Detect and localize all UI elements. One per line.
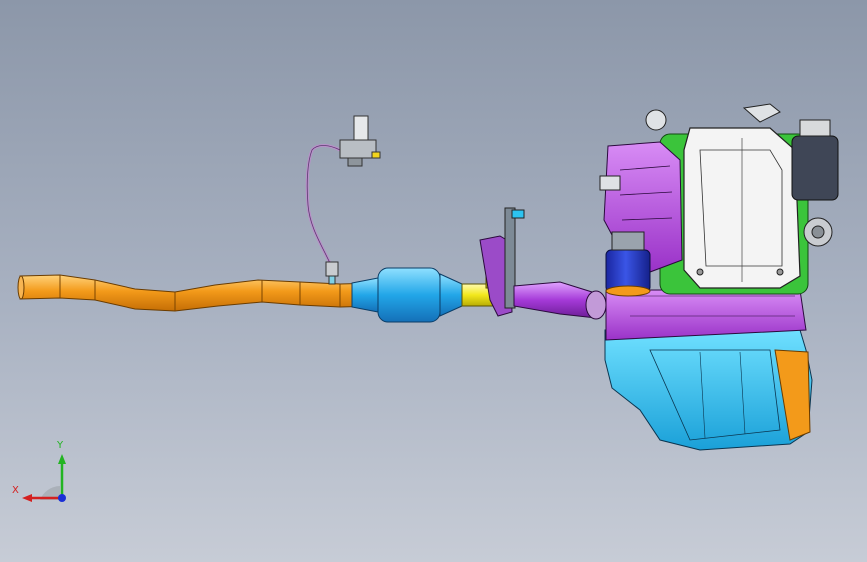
turbocharger[interactable] <box>605 231 651 297</box>
catalytic-converter[interactable] <box>351 267 463 323</box>
oil-pan[interactable] <box>604 329 813 451</box>
flex-pipe[interactable] <box>513 281 607 320</box>
exhaust-pipe[interactable] <box>17 274 379 312</box>
coordinate-triad: Y X <box>12 440 76 510</box>
o2-sensor-harness[interactable] <box>305 144 341 285</box>
cad-viewport[interactable]: Y X <box>0 0 867 562</box>
engine-exhaust-assembly[interactable] <box>0 0 867 562</box>
triad-y-label: Y <box>57 440 64 451</box>
sensor-module[interactable] <box>339 115 381 167</box>
cylinder-head-cover[interactable] <box>683 127 801 289</box>
triad-x-label: X <box>12 485 19 496</box>
triad-graphic <box>22 454 66 502</box>
